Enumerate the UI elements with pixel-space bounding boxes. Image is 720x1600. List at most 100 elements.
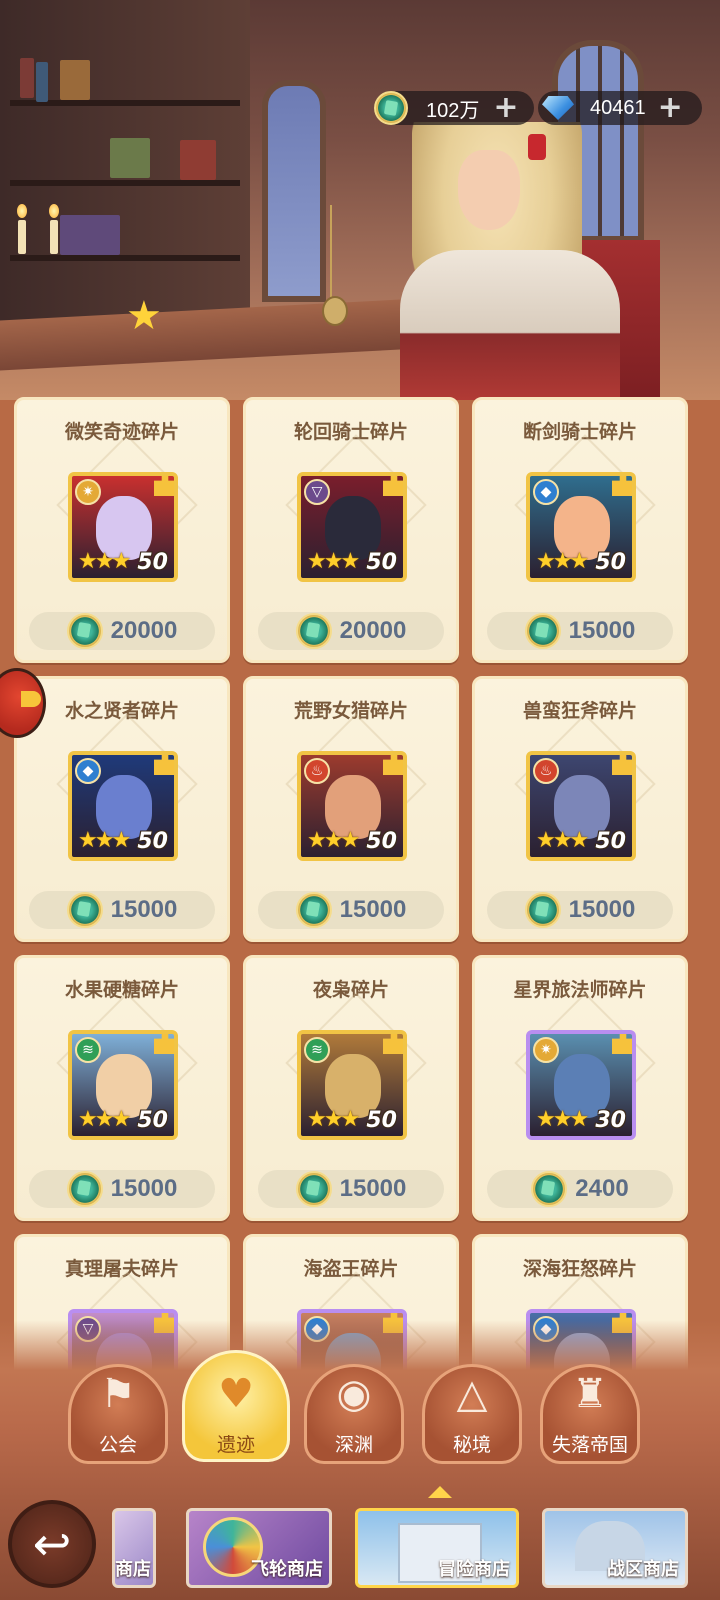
fragment-count: 50: [137, 829, 168, 854]
gold-coin-icon: [295, 1171, 332, 1207]
hero-portrait: ✷ ★★★ 30: [526, 1030, 636, 1140]
fragment-count: 50: [137, 1108, 168, 1133]
arched-window: [262, 80, 326, 302]
shop-tab-flywheel[interactable]: 飞轮商店: [186, 1508, 332, 1588]
star-rating: ★★★: [78, 549, 131, 574]
shop-item-card[interactable]: 轮回骑士碎片 ▽ ★★★ 50 20000: [243, 397, 459, 663]
gold-coin-icon: [295, 613, 332, 649]
active-indicator-icon: [428, 1486, 452, 1498]
hero-portrait: ≋ ★★★ 50: [68, 1030, 178, 1140]
shop-item-card[interactable]: 荒野女猎碎片 ♨ ★★★ 50 15000: [243, 676, 459, 942]
gold-coin-icon: [295, 892, 332, 928]
gold-amount: 102万: [426, 99, 480, 122]
shop-item-card[interactable]: 水之贤者碎片 ◆ ★★★ 50 15000: [14, 676, 230, 942]
fire-element-icon: ♨: [533, 758, 559, 784]
star-rating: ★★★: [307, 549, 360, 574]
price-button[interactable]: 20000: [258, 612, 444, 650]
price-button[interactable]: 20000: [29, 612, 215, 650]
diamond-currency: 40461 +: [538, 88, 702, 128]
fire-element-icon: ♨: [304, 758, 330, 784]
wind-element-icon: ≋: [304, 1037, 330, 1063]
guild-banner-icon: ⚑: [100, 1371, 136, 1417]
puzzle-fragment-icon: [612, 476, 632, 496]
fragment-count: 50: [137, 550, 168, 575]
fragment-count: 50: [366, 550, 397, 575]
shop-item-card[interactable]: 断剑骑士碎片 ◆ ★★★ 50 15000: [472, 397, 688, 663]
shop-item-card[interactable]: 水果硬糖碎片 ≋ ★★★ 50 15000: [14, 955, 230, 1221]
hero-portrait: ≋ ★★★ 50: [297, 1030, 407, 1140]
price-amount: 15000: [339, 1175, 407, 1202]
wind-element-icon: ≋: [75, 1037, 101, 1063]
hero-portrait: ♨ ★★★ 50: [297, 751, 407, 861]
price-amount: 20000: [110, 617, 178, 644]
shop-item-card[interactable]: 微笑奇迹碎片 ✷ ★★★ 50 20000: [14, 397, 230, 663]
puzzle-fragment-icon: [154, 1034, 174, 1054]
price-amount: 15000: [568, 896, 636, 923]
shop-tab-war-zone[interactable]: 战区商店: [542, 1508, 688, 1588]
price-button[interactable]: 15000: [258, 1170, 444, 1208]
tab-label: 公会: [98, 1434, 137, 1456]
star-rating: ★★★: [307, 1107, 360, 1132]
price-button[interactable]: 15000: [29, 1170, 215, 1208]
tab-guild[interactable]: ⚑ 公会: [62, 1358, 174, 1470]
back-button[interactable]: ↩: [8, 1500, 96, 1588]
fragment-count: 50: [366, 1108, 397, 1133]
shop-label: 战区商店: [607, 1559, 679, 1580]
shop-item-card[interactable]: 夜枭碎片 ≋ ★★★ 50 15000: [243, 955, 459, 1221]
hero-portrait: ♨ ★★★ 50: [526, 751, 636, 861]
puzzle-fragment-icon: [383, 476, 403, 496]
fragment-count: 50: [595, 829, 626, 854]
secret-realm-icon: △: [456, 1371, 488, 1417]
light-element-icon: ✷: [75, 479, 101, 505]
shop-item-card[interactable]: 星界旅法师碎片 ✷ ★★★ 30 2400: [472, 955, 688, 1221]
diamond-icon: [538, 92, 578, 124]
shop-tab-adventure[interactable]: 冒险商店: [355, 1508, 519, 1588]
shop-label: 冒险商店: [438, 1559, 510, 1580]
shop-banner-scene: ★: [0, 0, 720, 400]
tab-label: 失落帝国: [551, 1434, 628, 1456]
tab-secret-realm[interactable]: △ 秘境: [416, 1358, 528, 1470]
price-button[interactable]: 2400: [487, 1170, 673, 1208]
gold-coin-icon: [531, 1171, 568, 1207]
star-rating: ★★★: [78, 1107, 131, 1132]
fragment-count: 50: [595, 550, 626, 575]
water-element-icon: ◆: [533, 479, 559, 505]
star-icon: ★: [126, 293, 162, 339]
puzzle-fragment-icon: [612, 755, 632, 775]
puzzle-fragment-icon: [154, 755, 174, 775]
diamond-amount: 40461: [590, 96, 646, 119]
plus-icon[interactable]: +: [493, 93, 518, 123]
candle-icon: [18, 220, 26, 254]
candle-icon: [50, 220, 58, 254]
tab-label: 遗迹: [216, 1434, 255, 1456]
bookshelf-decoration: [0, 0, 250, 330]
shop-item-card[interactable]: 兽蛮狂斧碎片 ♨ ★★★ 50 15000: [472, 676, 688, 942]
back-arrow-icon: ↩: [32, 1517, 72, 1571]
hero-portrait: ▽ ★★★ 50: [297, 472, 407, 582]
gold-coin-icon: [66, 892, 103, 928]
price-button[interactable]: 15000: [487, 612, 673, 650]
price-amount: 20000: [339, 617, 407, 644]
dark-element-icon: ▽: [304, 479, 330, 505]
puzzle-fragment-icon: [154, 476, 174, 496]
puzzle-fragment-icon: [383, 755, 403, 775]
price-button[interactable]: 15000: [29, 891, 215, 929]
tab-lost-empire[interactable]: ♜ 失落帝国: [534, 1358, 646, 1470]
plus-icon[interactable]: +: [658, 93, 683, 123]
star-rating: ★★★: [536, 549, 589, 574]
price-amount: 15000: [110, 1175, 178, 1202]
tab-label: 秘境: [452, 1434, 491, 1456]
gold-currency: 102万 +: [374, 88, 534, 128]
gold-coin-icon: [374, 91, 408, 125]
price-button[interactable]: 15000: [487, 891, 673, 929]
ribbon-icon: [528, 134, 546, 160]
hero-portrait: ◆ ★★★ 50: [526, 472, 636, 582]
tab-relics[interactable]: ♥ 遗迹: [180, 1350, 292, 1470]
shop-label: 商店: [115, 1559, 151, 1580]
star-rating: ★★★: [78, 828, 131, 853]
shop-tab-store[interactable]: 商店: [112, 1508, 156, 1588]
gold-coin-icon: [524, 613, 561, 649]
price-amount: 15000: [568, 617, 636, 644]
price-button[interactable]: 15000: [258, 891, 444, 929]
tab-abyss[interactable]: ◉ 深渊: [298, 1358, 410, 1470]
